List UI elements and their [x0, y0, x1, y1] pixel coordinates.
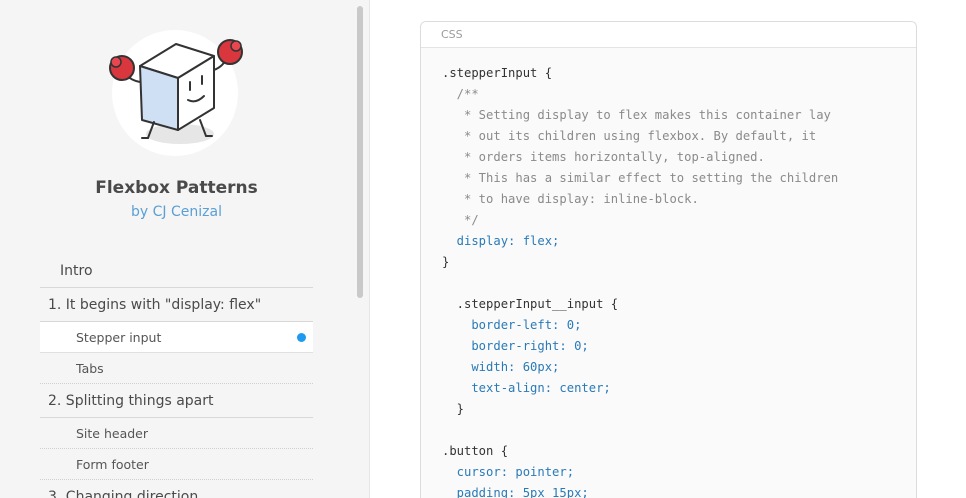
nav-section-splitting[interactable]: 2. Splitting things apart	[40, 384, 313, 418]
nav-subitem-form-footer[interactable]: Form footer	[40, 449, 313, 480]
nav-item-intro[interactable]: Intro	[40, 254, 313, 288]
active-indicator-dot	[297, 333, 306, 342]
code-line: */	[442, 213, 479, 227]
sidebar-nav: Intro 1. It begins with "display: flex" …	[40, 254, 313, 498]
code-line: * This has a similar effect to setting t…	[442, 171, 839, 185]
nav-subitem-label: Stepper input	[76, 330, 162, 345]
code-line: }	[442, 402, 465, 416]
nav-subitem-site-header[interactable]: Site header	[40, 418, 313, 449]
code-line: cursor: pointer;	[442, 465, 575, 479]
code-block: .stepperInput { /** * Setting display to…	[421, 48, 916, 498]
code-line: * out its children using flexbox. By def…	[442, 129, 817, 143]
author-link[interactable]: by CJ Cenizal	[0, 204, 353, 220]
boxing-cube-logo-icon	[109, 30, 243, 156]
code-line: * orders items horizontally, top-aligned…	[442, 150, 765, 164]
code-line: }	[442, 255, 450, 269]
code-line: border-right: 0;	[442, 339, 589, 353]
sidebar: Flexbox Patterns by CJ Cenizal Intro 1. …	[0, 0, 370, 498]
code-line: padding: 5px 15px;	[442, 486, 589, 498]
code-line: .button {	[442, 444, 509, 458]
code-line: * to have display: inline-block.	[442, 192, 699, 206]
code-line: border-left: 0;	[442, 318, 582, 332]
nav-subitem-tabs[interactable]: Tabs	[40, 353, 313, 384]
nav-section-changing-direction[interactable]: 3. Changing direction	[40, 480, 313, 498]
code-language-label: CSS	[421, 22, 916, 48]
code-line: /**	[442, 87, 479, 101]
code-line: width: 60px;	[442, 360, 560, 374]
nav-section-display-flex[interactable]: 1. It begins with "display: flex"	[40, 288, 313, 322]
code-line: display: flex;	[442, 234, 560, 248]
nav-subitem-stepper-input[interactable]: Stepper input	[40, 322, 313, 353]
sidebar-scrollbar[interactable]	[357, 6, 363, 298]
code-line: .stepperInput__input {	[442, 297, 619, 311]
code-line: text-align: center;	[442, 381, 611, 395]
code-line: * Setting display to flex makes this con…	[442, 108, 831, 122]
code-line: .stepperInput {	[442, 66, 553, 80]
site-title: Flexbox Patterns	[95, 178, 258, 198]
code-example-card: CSS .stepperInput { /** * Setting displa…	[420, 21, 917, 498]
